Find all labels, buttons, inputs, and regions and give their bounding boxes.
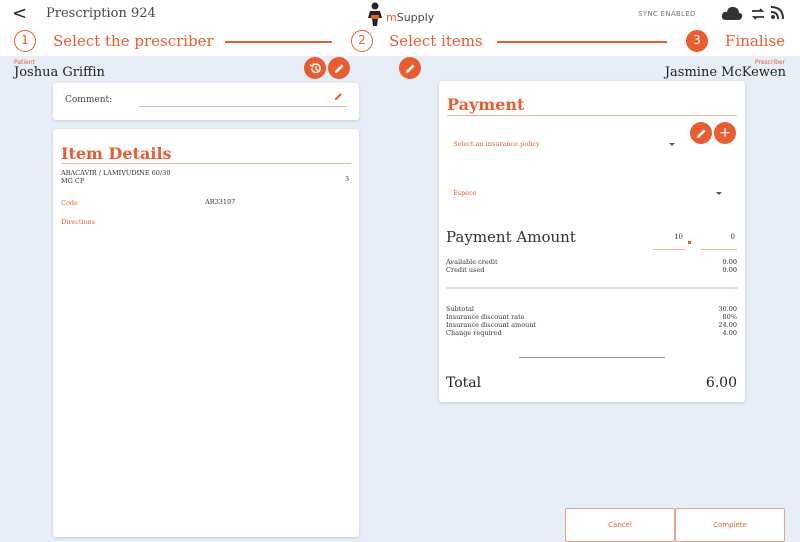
- edit-prescriber-button[interactable]: [399, 57, 421, 79]
- chevron-down-icon: [669, 143, 675, 146]
- complete-button[interactable]: Complete: [675, 508, 785, 542]
- comment-label: Comment:: [65, 95, 113, 105]
- code-label: Code: [61, 199, 78, 207]
- payment-amount-title: Payment Amount: [446, 228, 576, 246]
- pencil-icon[interactable]: [334, 92, 343, 101]
- plus-icon: +: [719, 125, 731, 141]
- page-title: Prescription 924: [46, 6, 156, 21]
- top-bar: < Prescription 924 mSupply SYNC ENABLED: [0, 0, 800, 28]
- insurance-select[interactable]: Select an insurance policy: [447, 136, 679, 150]
- pencil-icon: [405, 63, 415, 73]
- comment-underline: [139, 106, 347, 107]
- comment-input[interactable]: [139, 93, 347, 105]
- comment-card: Comment:: [53, 83, 359, 120]
- step-indicator: 1 Select the prescriber 2 Select items 3…: [0, 28, 800, 56]
- patient-name: Joshua Griffin: [14, 65, 105, 80]
- caret-icon: [688, 241, 691, 244]
- pencil-icon: [696, 128, 706, 138]
- edit-patient-button[interactable]: [328, 57, 350, 79]
- payment-type-value: Espèce: [453, 189, 477, 197]
- add-insurance-button[interactable]: +: [714, 122, 736, 144]
- payment-divider: [447, 115, 737, 116]
- directions-label: Directions: [61, 218, 96, 226]
- pencil-icon: [334, 63, 344, 73]
- credit-values: 0.00 0.00: [722, 258, 737, 274]
- total-label: Total: [446, 375, 482, 391]
- summary-values: 30.00 80% 24.00 4.00: [718, 305, 737, 337]
- item-details-divider: [61, 163, 351, 164]
- summary-labels: Subtotal Insurance discount rate Insuran…: [446, 305, 537, 337]
- payment-amount-input[interactable]: 10: [653, 233, 683, 241]
- payment-title: Payment: [447, 95, 525, 114]
- sync-arrows-icon[interactable]: [751, 8, 765, 20]
- sync-status: SYNC ENABLED: [638, 10, 696, 18]
- edit-insurance-button[interactable]: [690, 122, 712, 144]
- chevron-down-icon: [716, 192, 722, 195]
- payment-cents-input[interactable]: 0: [701, 233, 735, 241]
- credit-divider: [446, 287, 738, 289]
- step-2-label[interactable]: Select items: [389, 32, 483, 50]
- msupply-logo: mSupply: [366, 0, 434, 28]
- item-details-card: Item Details ABACAVIR / LAMIVUDINE 60/30…: [53, 129, 359, 537]
- payment-card: Payment Select an insurance policy + Esp…: [439, 81, 745, 402]
- history-button[interactable]: [304, 57, 326, 79]
- step-connector: [225, 41, 332, 43]
- step-2-number[interactable]: 2: [351, 30, 373, 52]
- step-1-number[interactable]: 1: [14, 30, 36, 52]
- item-name: ABACAVIR / LAMIVUDINE 60/30 MG CP: [61, 169, 171, 185]
- item-quantity: 3: [345, 175, 350, 183]
- logo-figure-icon: [368, 2, 382, 26]
- history-icon: [309, 62, 321, 73]
- cloud-icon[interactable]: [721, 5, 743, 21]
- payment-type-select[interactable]: Espèce: [447, 185, 733, 199]
- logo-text: mSupply: [386, 10, 435, 24]
- step-connector: [497, 41, 667, 43]
- total-value: 6.00: [705, 375, 737, 391]
- prescriber-name: Jasmine McKewen: [664, 65, 786, 80]
- item-details-title: Item Details: [61, 144, 172, 163]
- insurance-placeholder: Select an insurance policy: [453, 140, 540, 148]
- step-3-label[interactable]: Finalise: [725, 32, 785, 50]
- code-value: AR33197: [205, 198, 236, 206]
- step-3-number[interactable]: 3: [686, 30, 708, 52]
- credit-labels: Available credit Credit used: [446, 258, 498, 274]
- total-divider: [519, 357, 665, 358]
- cancel-button[interactable]: Cancel: [565, 508, 675, 542]
- step-1-label[interactable]: Select the prescriber: [53, 32, 214, 50]
- payment-cents-underline: [701, 249, 737, 250]
- payment-amount-underline: [653, 249, 685, 250]
- back-button[interactable]: <: [12, 3, 27, 24]
- wifi-icon[interactable]: [770, 4, 786, 20]
